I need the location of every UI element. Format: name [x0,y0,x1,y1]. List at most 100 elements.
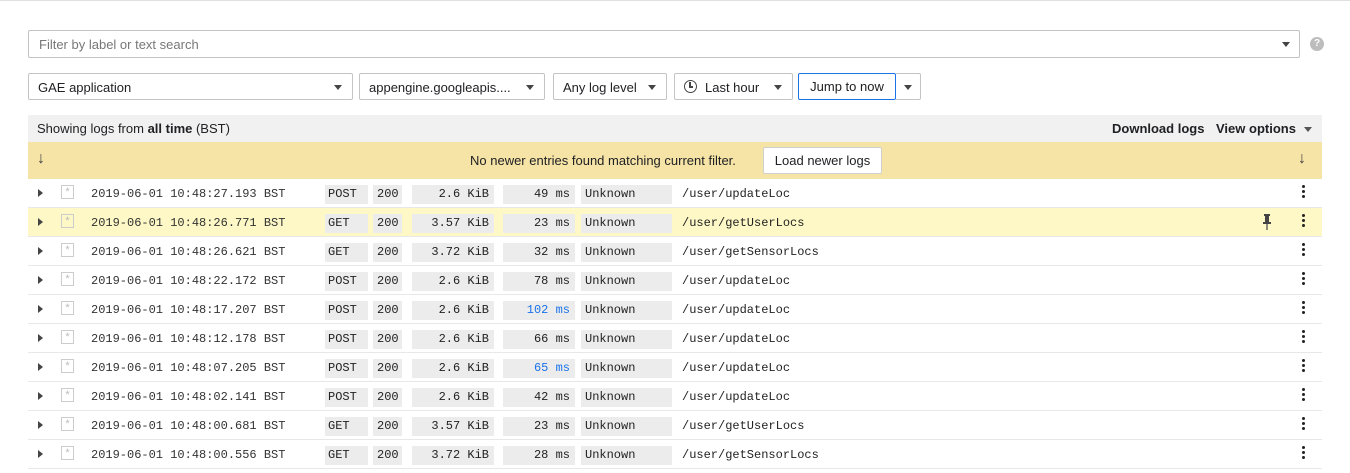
latency[interactable]: 66 ms [503,330,575,349]
latency[interactable]: 78 ms [503,272,575,291]
http-method[interactable]: GET [325,417,368,436]
log-name-selector[interactable]: appengine.googleapis.... [359,73,545,100]
http-method[interactable]: GET [325,214,368,233]
response-size[interactable]: 2.6 KiB [412,301,494,320]
latency[interactable]: 23 ms [503,417,575,436]
user-agent[interactable]: Unknown [581,388,672,407]
user-agent[interactable]: Unknown [581,417,672,436]
http-status[interactable]: 200 [373,417,402,436]
expand-arrow-icon[interactable] [38,421,43,429]
http-method[interactable]: POST [325,272,368,291]
latency[interactable]: 49 ms [503,185,575,204]
user-agent[interactable]: Unknown [581,359,672,378]
user-agent[interactable]: Unknown [581,243,672,262]
response-size[interactable]: 3.72 KiB [412,446,494,465]
http-method[interactable]: GET [325,243,368,262]
more-options-icon[interactable] [1302,359,1306,375]
user-agent[interactable]: Unknown [581,272,672,291]
filter-input[interactable]: Filter by label or text search [28,30,1300,58]
http-method[interactable]: POST [325,388,368,407]
view-options-button[interactable]: View options [1216,121,1296,136]
response-size[interactable]: 2.6 KiB [412,185,494,204]
expand-arrow-icon[interactable] [38,450,43,458]
http-status[interactable]: 200 [373,359,402,378]
http-method[interactable]: GET [325,446,368,465]
http-status[interactable]: 200 [373,185,402,204]
more-options-icon[interactable] [1302,417,1306,433]
chevron-down-icon [526,85,534,90]
more-options-icon[interactable] [1302,388,1306,404]
time-range-selector[interactable]: Last hour [674,73,793,100]
more-options-icon[interactable] [1302,185,1306,201]
http-status[interactable]: 200 [373,243,402,262]
latency[interactable]: 28 ms [503,446,575,465]
user-agent[interactable]: Unknown [581,214,672,233]
more-options-icon[interactable] [1302,272,1306,288]
request-path: /user/updateLoc [682,361,791,375]
pin-icon[interactable] [1262,214,1272,230]
resource-selector-label: GAE application [38,80,132,95]
response-size[interactable]: 2.6 KiB [412,330,494,349]
expand-arrow-icon[interactable] [38,276,43,284]
response-size[interactable]: 3.72 KiB [412,243,494,262]
expand-arrow-icon[interactable] [38,189,43,197]
user-agent[interactable]: Unknown [581,301,672,320]
jump-to-now-button[interactable]: Jump to now [798,73,896,100]
latency[interactable]: 102 ms [503,301,575,320]
help-icon[interactable]: ? [1310,37,1324,51]
arrow-down-icon[interactable]: ↓ [1298,150,1306,168]
log-level-selector[interactable]: Any log level [553,73,667,100]
response-size[interactable]: 3.57 KiB [412,417,494,436]
more-options-icon[interactable] [1302,243,1306,259]
user-agent[interactable]: Unknown [581,185,672,204]
latency[interactable]: 32 ms [503,243,575,262]
more-options-icon[interactable] [1302,446,1306,462]
http-status[interactable]: 200 [373,301,402,320]
more-options-icon[interactable] [1302,301,1306,317]
expand-arrow-icon[interactable] [38,305,43,313]
log-entry-row[interactable]: * 2019-06-01 10:48:07.205 BST POST 200 2… [28,353,1322,382]
expand-arrow-icon[interactable] [38,218,43,226]
expand-arrow-icon[interactable] [38,392,43,400]
response-size[interactable]: 2.6 KiB [412,272,494,291]
latency[interactable]: 42 ms [503,388,575,407]
http-status[interactable]: 200 [373,214,402,233]
expand-arrow-icon[interactable] [38,363,43,371]
http-method[interactable]: POST [325,301,368,320]
download-logs-button[interactable]: Download logs [1112,121,1204,136]
expand-arrow-icon[interactable] [38,334,43,342]
response-size[interactable]: 3.57 KiB [412,214,494,233]
log-entry-row[interactable]: * 2019-06-01 10:48:27.193 BST POST 200 2… [28,179,1322,208]
http-status[interactable]: 200 [373,446,402,465]
arrow-down-icon[interactable]: ↓ [37,150,45,168]
latency[interactable]: 65 ms [503,359,575,378]
http-method[interactable]: POST [325,330,368,349]
http-method[interactable]: POST [325,359,368,378]
load-newer-logs-button[interactable]: Load newer logs [763,147,882,174]
jump-dropdown-button[interactable] [896,73,921,100]
http-status[interactable]: 200 [373,330,402,349]
user-agent[interactable]: Unknown [581,446,672,465]
log-entry-row[interactable]: * 2019-06-01 10:48:17.207 BST POST 200 2… [28,295,1322,324]
response-size[interactable]: 2.6 KiB [412,388,494,407]
log-entry-row[interactable]: * 2019-06-01 10:48:12.178 BST POST 200 2… [28,324,1322,353]
response-size[interactable]: 2.6 KiB [412,359,494,378]
log-entry-row[interactable]: * 2019-06-01 10:48:26.771 BST GET 200 3.… [28,208,1322,237]
user-agent[interactable]: Unknown [581,330,672,349]
log-entry-row[interactable]: * 2019-06-01 10:48:22.172 BST POST 200 2… [28,266,1322,295]
http-status[interactable]: 200 [373,388,402,407]
log-entry-row[interactable]: * 2019-06-01 10:48:02.141 BST POST 200 2… [28,382,1322,411]
chevron-down-icon[interactable] [1304,127,1312,132]
chevron-down-icon[interactable] [1282,42,1290,47]
log-entry-row[interactable]: * 2019-06-01 10:48:00.556 BST GET 200 3.… [28,440,1322,469]
log-entry-row[interactable]: * 2019-06-01 10:48:00.681 BST GET 200 3.… [28,411,1322,440]
more-options-icon[interactable] [1302,214,1306,230]
latency[interactable]: 23 ms [503,214,575,233]
http-method[interactable]: POST [325,185,368,204]
resource-selector[interactable]: GAE application [28,73,353,100]
http-status[interactable]: 200 [373,272,402,291]
severity-any-icon: * [61,446,74,460]
expand-arrow-icon[interactable] [38,247,43,255]
log-entry-row[interactable]: * 2019-06-01 10:48:26.621 BST GET 200 3.… [28,237,1322,266]
more-options-icon[interactable] [1302,330,1306,346]
